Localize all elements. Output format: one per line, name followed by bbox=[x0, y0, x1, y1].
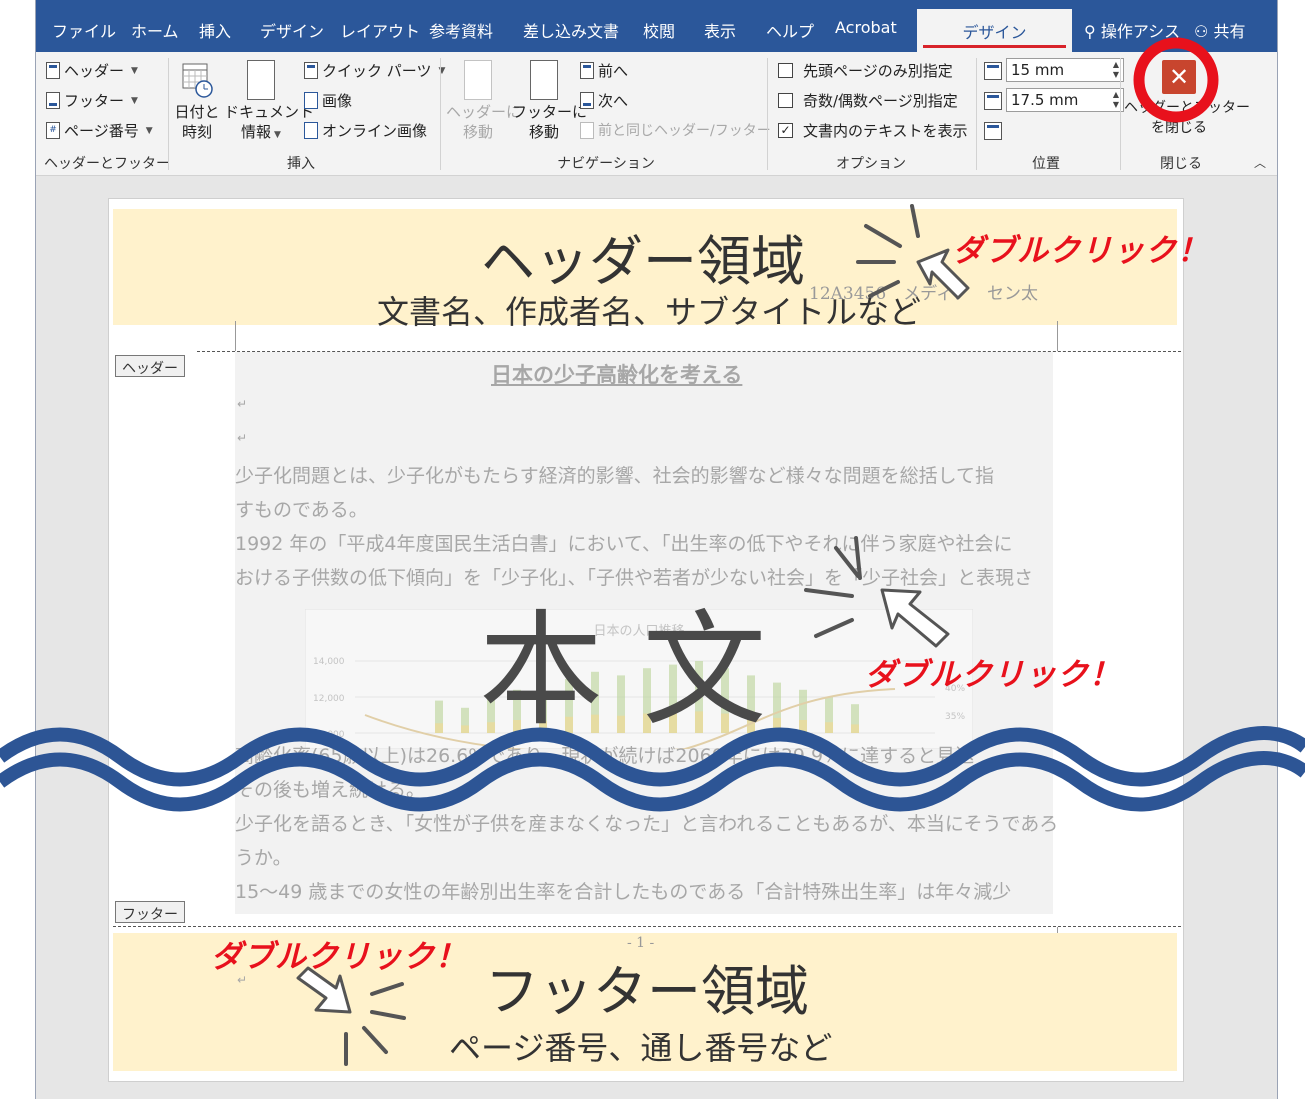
pointer-arrow-icon bbox=[916, 248, 970, 300]
highlight-ring-icon bbox=[1133, 37, 1219, 123]
pointer-arrow-icon bbox=[296, 966, 352, 1014]
annotation-overlay bbox=[296, 37, 1219, 1066]
burst-lines-icon bbox=[344, 982, 406, 1066]
burst-lines-icon bbox=[856, 204, 920, 298]
burst-lines-icon bbox=[804, 536, 862, 638]
wavy-break-icon bbox=[0, 726, 1305, 812]
pointer-arrow-icon bbox=[880, 588, 950, 648]
